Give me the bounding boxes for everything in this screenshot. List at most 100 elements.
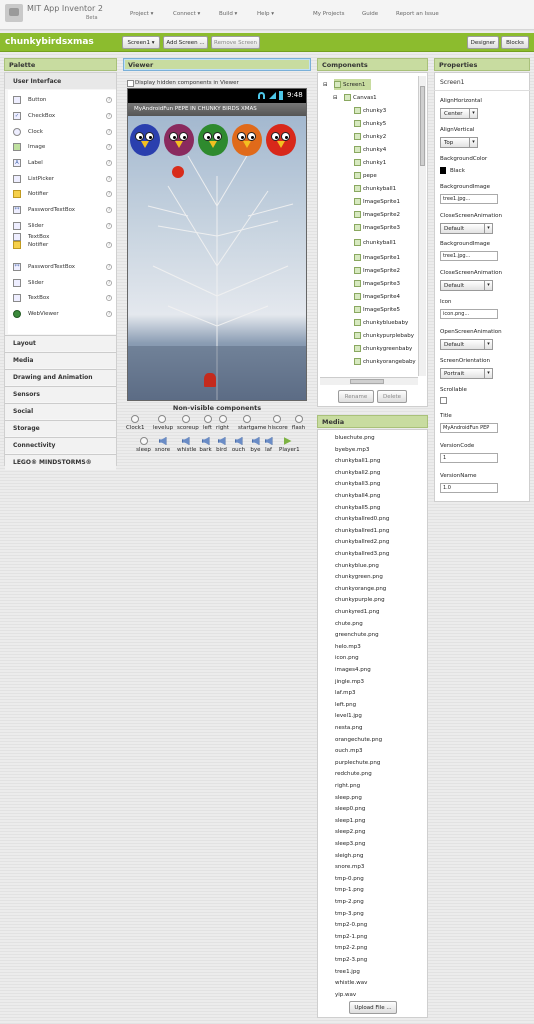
remove-screen-button[interactable]: Remove Screen <box>211 36 260 49</box>
tree-node[interactable]: ImageSprite3 <box>354 222 400 233</box>
tree-node-canvas1[interactable]: Canvas1 <box>344 92 377 103</box>
palette-category-media[interactable]: Media <box>5 352 116 368</box>
help-icon[interactable]: ? <box>106 279 112 286</box>
media-file-item[interactable]: snore.mp3 <box>335 864 364 870</box>
blocks-button[interactable]: Blocks <box>501 36 529 49</box>
media-file-item[interactable]: helo.mp3 <box>335 644 361 650</box>
media-file-item[interactable]: tree1.jpg <box>335 969 360 975</box>
media-file-item[interactable]: purplechute.png <box>335 760 380 766</box>
media-file-item[interactable]: chunkyballred0.png <box>335 516 389 522</box>
palette-item-textbox[interactable]: TextBox? <box>8 290 116 305</box>
help-icon[interactable]: ? <box>106 190 112 197</box>
palette-item-notifier[interactable]: Notifier? <box>8 240 116 250</box>
scrollable-checkbox[interactable] <box>440 397 447 404</box>
app-inventor-logo-icon[interactable] <box>5 4 23 22</box>
palette-item-label[interactable]: A Label? <box>8 155 116 170</box>
nonvisible-startgame[interactable]: startgame <box>238 415 266 431</box>
media-file-item[interactable]: chunkypurple.png <box>335 597 385 603</box>
scrollbar-thumb[interactable] <box>420 86 425 166</box>
palette-item-clock[interactable]: Clock? <box>8 124 116 139</box>
nonvisible-laf[interactable]: laf <box>260 437 277 453</box>
palette-section-user-interface[interactable]: User Interface <box>5 73 116 89</box>
nonvisible-sleep[interactable]: sleep <box>135 437 152 453</box>
title-field[interactable]: MyAndroidFun PEP <box>440 423 498 433</box>
upload-file-button[interactable]: Upload File ... <box>349 1001 397 1014</box>
media-file-item[interactable]: chunkyballred2.png <box>335 539 389 545</box>
palette-category-sensors[interactable]: Sensors <box>5 386 116 402</box>
media-file-item[interactable]: ouch.mp3 <box>335 748 362 754</box>
help-icon[interactable]: ? <box>106 96 112 103</box>
media-file-item[interactable]: whistle.wav <box>335 980 367 986</box>
tree-node[interactable]: ImageSprite5 <box>354 304 400 315</box>
tree-node[interactable]: ImageSprite2 <box>354 265 400 276</box>
menu-project[interactable]: Project ▾ <box>130 11 153 17</box>
media-file-item[interactable]: chunkyred1.png <box>335 609 379 615</box>
tree-node[interactable]: ImageSprite1 <box>354 196 400 207</box>
tree-node[interactable]: chunkyorangebaby <box>354 356 416 367</box>
tree-expander[interactable]: ⊟ <box>323 79 328 90</box>
media-file-item[interactable]: chunkyball2.png <box>335 470 380 476</box>
components-horizontal-scrollbar[interactable] <box>320 377 418 385</box>
palette-item-checkbox[interactable]: ✓ CheckBox? <box>8 108 116 123</box>
menu-connect[interactable]: Connect ▾ <box>173 11 200 17</box>
media-file-item[interactable]: tmp2-2.png <box>335 945 367 951</box>
canvas1[interactable] <box>128 116 306 400</box>
palette-item-passwordtextbox[interactable]: ** PasswordTextBox? <box>8 259 116 274</box>
palette-category-layout[interactable]: Layout <box>5 335 116 351</box>
nonvisible-clock1[interactable]: Clock1 <box>126 415 144 431</box>
help-icon[interactable]: ? <box>106 206 112 213</box>
rename-button[interactable]: Rename <box>338 390 374 403</box>
designer-button[interactable]: Designer <box>467 36 499 49</box>
nonvisible-levelup[interactable]: levelup <box>153 415 173 431</box>
pepe-santa-sprite[interactable] <box>204 373 216 387</box>
media-file-item[interactable]: level1.jpg <box>335 713 362 719</box>
media-file-item[interactable]: orangechute.png <box>335 737 382 743</box>
tree-node[interactable]: chunky5 <box>354 118 386 129</box>
media-file-item[interactable]: nesta.png <box>335 725 362 731</box>
media-file-item[interactable]: left.png <box>335 702 356 708</box>
media-file-item[interactable]: chunkyblue.png <box>335 563 379 569</box>
chunky-blue-bird[interactable] <box>130 124 160 156</box>
media-file-item[interactable]: icon.png <box>335 655 359 661</box>
close-screen-animation-select-2[interactable]: Default ▾ <box>440 280 493 291</box>
media-file-item[interactable]: chunkyorange.png <box>335 586 386 592</box>
chunky-orange-bird[interactable] <box>232 124 262 156</box>
media-file-item[interactable]: bluechute.png <box>335 435 375 441</box>
palette-item-slider[interactable]: Slider? <box>8 218 116 233</box>
help-icon[interactable]: ? <box>106 159 112 166</box>
media-file-item[interactable]: sleep0.png <box>335 806 365 812</box>
media-file-item[interactable]: sleep2.png <box>335 829 365 835</box>
nonvisible-flash[interactable]: flash <box>290 415 307 431</box>
components-vertical-scrollbar[interactable] <box>418 76 426 376</box>
media-file-item[interactable]: chunkyball1.png <box>335 458 380 464</box>
media-file-item[interactable]: chunkyball4.png <box>335 493 380 499</box>
chunky-green-bird[interactable] <box>198 124 228 156</box>
tree-node[interactable]: chunky4 <box>354 144 386 155</box>
nonvisible-ouch[interactable]: ouch <box>230 437 247 453</box>
background-image-field[interactable]: tree1.jpg... <box>440 194 498 204</box>
media-file-item[interactable]: chunkyballred3.png <box>335 551 389 557</box>
nonvisible-scoreup[interactable]: scoreup <box>177 415 199 431</box>
media-file-item[interactable]: chunkygreen.png <box>335 574 383 580</box>
help-icon[interactable]: ? <box>106 143 112 150</box>
media-file-item[interactable]: yip.wav <box>335 992 356 998</box>
help-icon[interactable]: ? <box>106 263 112 270</box>
version-code-field[interactable]: 1 <box>440 453 498 463</box>
media-file-item[interactable]: chunkyball3.png <box>335 481 380 487</box>
nonvisible-whistle[interactable]: whistle <box>177 437 196 453</box>
link-my-projects[interactable]: My Projects <box>313 11 344 17</box>
media-file-item[interactable]: byebye.mp3 <box>335 447 369 453</box>
palette-item-button[interactable]: Button? <box>8 92 116 107</box>
hidden-components-checkbox[interactable] <box>127 80 134 87</box>
nonvisible-snore[interactable]: snore <box>154 437 171 453</box>
media-file-item[interactable]: tmp2-3.png <box>335 957 367 963</box>
help-icon[interactable]: ? <box>106 222 112 229</box>
palette-item-slider[interactable]: Slider? <box>8 275 116 290</box>
palette-category-social[interactable]: Social <box>5 403 116 419</box>
help-icon[interactable]: ? <box>106 112 112 119</box>
nonvisible-bird[interactable]: bird <box>213 437 230 453</box>
scrollbar-thumb[interactable] <box>350 379 384 384</box>
help-icon[interactable]: ? <box>106 128 112 135</box>
palette-category-storage[interactable]: Storage <box>5 420 116 436</box>
media-file-item[interactable]: right.png <box>335 783 360 789</box>
